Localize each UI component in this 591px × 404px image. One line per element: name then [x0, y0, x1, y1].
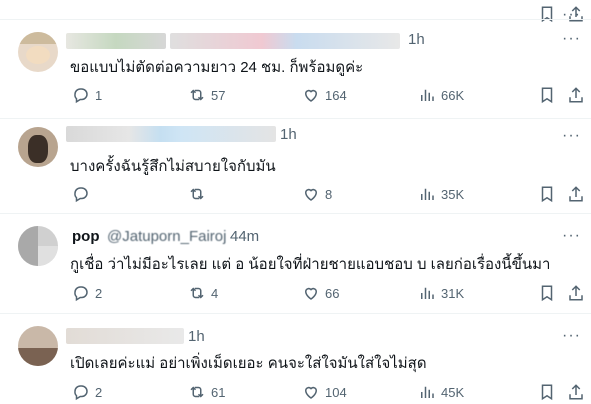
user-handle-redacted: [170, 33, 400, 49]
share-button[interactable]: [567, 83, 590, 107]
tweet-time[interactable]: 1h: [188, 328, 205, 345]
reply-icon: [74, 187, 88, 203]
views-count: 31K: [441, 285, 465, 301]
bookmark-icon: [541, 285, 553, 302]
reply-button[interactable]: [72, 182, 95, 206]
avatar[interactable]: [18, 226, 58, 266]
reply-icon: [74, 88, 88, 104]
views-button[interactable]: 31K: [418, 281, 464, 305]
action-bar: 8 35K: [64, 182, 584, 206]
like-icon: [304, 89, 318, 102]
reply-button[interactable]: 2: [72, 380, 102, 404]
like-count: 8: [325, 186, 333, 202]
action-bar: 2 4 66 31K: [64, 281, 584, 305]
views-icon: [421, 287, 434, 299]
more-icon[interactable]: ···: [562, 227, 581, 245]
like-button[interactable]: 8: [302, 182, 332, 206]
repost-icon: [190, 287, 204, 299]
user-name-redacted: [66, 33, 166, 49]
action-bar: 1 57 164 66K: [64, 83, 584, 107]
bookmark-icon: [541, 186, 553, 203]
views-count: 45K: [441, 384, 465, 400]
bookmark-button[interactable]: [538, 281, 561, 305]
reply-icon: [74, 385, 88, 401]
share-icon: [569, 87, 583, 103]
user-handle[interactable]: @Jatuporn_Fairoj: [107, 228, 226, 245]
more-icon[interactable]: ···: [562, 30, 581, 48]
bookmark-button[interactable]: [538, 182, 561, 206]
reply-count: 2: [95, 384, 103, 400]
action-bar: 2 61 104 45K: [64, 380, 584, 404]
views-icon: [421, 188, 434, 200]
share-icon: [569, 384, 583, 400]
bookmark-icon: [541, 384, 553, 401]
like-button[interactable]: 104: [302, 380, 347, 404]
like-icon: [304, 188, 318, 201]
like-count: 66: [325, 285, 340, 301]
repost-icon: [190, 188, 204, 200]
repost-count: 57: [211, 87, 226, 103]
bookmark-button[interactable]: [538, 83, 561, 107]
repost-icon: [190, 386, 204, 398]
share-icon: [569, 285, 583, 301]
like-icon: [304, 287, 318, 300]
views-button[interactable]: 66K: [418, 83, 464, 107]
tweet-text: เปิดเลยค่ะแม่ อย่าเพิ่งเม็ดเยอะ คนจะใส่ใ…: [70, 355, 427, 372]
reply-button[interactable]: 1: [72, 83, 102, 107]
reply-icon: [74, 286, 88, 302]
like-count: 104: [325, 384, 347, 400]
share-icon: [569, 186, 583, 202]
tweet-text: ขอแบบไม่ตัดต่อความยาว 24 ชม. ก็พร้อมดูค่…: [70, 59, 364, 76]
repost-icon: [190, 89, 204, 101]
tweet[interactable]: 1h ··· เปิดเลยค่ะแม่ อย่าเพิ่งเม็ดเยอะ ค…: [0, 314, 591, 401]
user-name-redacted: [66, 126, 276, 142]
views-button[interactable]: 35K: [418, 182, 464, 206]
more-icon[interactable]: ···: [562, 127, 581, 145]
user-name[interactable]: pop: [72, 228, 100, 245]
views-button[interactable]: 45K: [418, 380, 464, 404]
repost-button[interactable]: 61: [188, 380, 225, 404]
repost-button[interactable]: [188, 182, 211, 206]
avatar[interactable]: [18, 32, 58, 72]
like-button[interactable]: 164: [302, 83, 347, 107]
avatar[interactable]: [18, 326, 58, 366]
avatar[interactable]: [18, 127, 58, 167]
share-button[interactable]: [567, 281, 590, 305]
bookmark-icon: [541, 87, 553, 104]
like-icon: [304, 386, 318, 399]
views-count: 66K: [441, 87, 465, 103]
tweet-text: บางครั้งฉันรู้สึกไม่สบายใจกับมัน: [70, 158, 276, 175]
tweet[interactable]: pop @Jatuporn_Fairoj 44m ··· กูเชื่อ ว่า…: [0, 214, 591, 314]
share-button[interactable]: [567, 380, 590, 404]
repost-button[interactable]: 57: [188, 83, 225, 107]
views-icon: [421, 89, 434, 101]
tweet-time[interactable]: 1h: [408, 31, 425, 48]
tweet[interactable]: 1h ··· ขอแบบไม่ตัดต่อความยาว 24 ชม. ก็พร…: [0, 20, 591, 120]
user-name-redacted: [66, 328, 184, 344]
tweet[interactable]: 1h ··· บางครั้งฉันรู้สึกไม่สบายใจกับมัน …: [0, 119, 591, 214]
views-icon: [421, 386, 434, 398]
reply-count: 2: [95, 285, 103, 301]
bookmark-button[interactable]: [538, 380, 561, 404]
like-count: 164: [325, 87, 347, 103]
share-button[interactable]: [567, 182, 590, 206]
tweet-time[interactable]: 44m: [230, 228, 259, 245]
repost-count: 4: [211, 285, 219, 301]
reply-count: 1: [95, 87, 103, 103]
tweet-time[interactable]: 1h: [280, 126, 297, 143]
repost-count: 61: [211, 384, 226, 400]
more-icon[interactable]: ···: [562, 327, 581, 345]
repost-button[interactable]: 4: [188, 281, 218, 305]
tweet-text: กูเชื่อ ว่าไม่มีอะไรเลย แต่ อ น้อยใจที่ฝ…: [70, 256, 551, 273]
like-button[interactable]: 66: [302, 281, 339, 305]
reply-button[interactable]: 2: [72, 281, 102, 305]
views-count: 35K: [441, 186, 465, 202]
